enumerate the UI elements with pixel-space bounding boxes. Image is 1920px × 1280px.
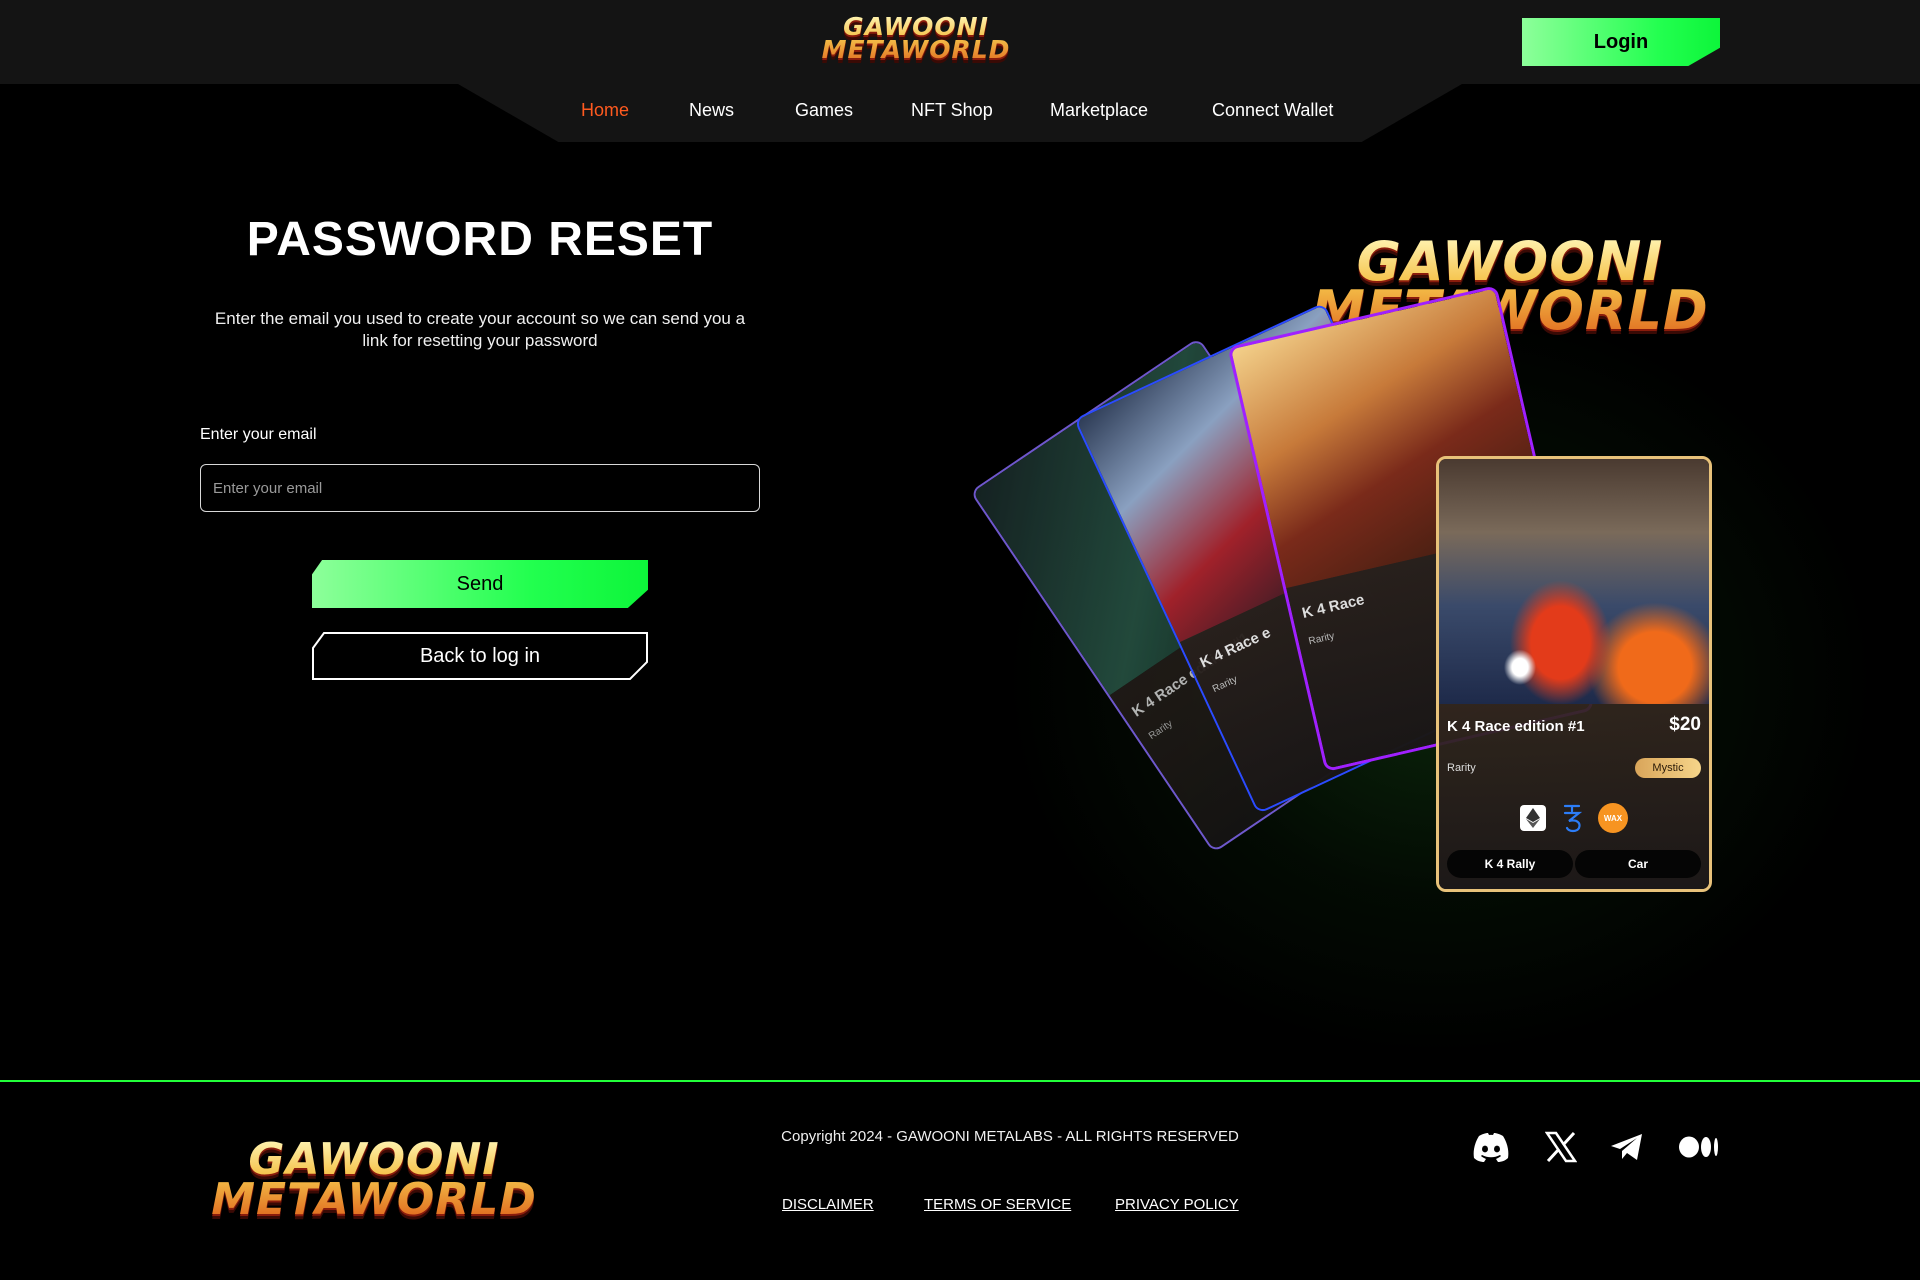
nav-item-connect-wallet[interactable]: Connect Wallet	[1212, 100, 1333, 121]
x-icon[interactable]	[1540, 1128, 1582, 1166]
card-rarity: Rarity	[1210, 674, 1240, 696]
nft-price: $20	[1669, 714, 1701, 735]
footer-links: DISCLAIMER TERMS OF SERVICE PRIVACY POLI…	[0, 1196, 1920, 1220]
back-to-login-wrapper: Back to log in	[312, 632, 648, 680]
logo-line-2: METAWORLD	[821, 34, 1011, 64]
ethereum-icon	[1520, 805, 1546, 831]
privacy-policy-link[interactable]: PRIVACY POLICY	[1115, 1196, 1239, 1213]
nft-card[interactable]: K 4 Race edition #1 $20 Rarity Mystic WA…	[1436, 456, 1712, 892]
chain-icons: WAX	[1439, 802, 1709, 834]
login-button[interactable]: Login	[1522, 18, 1720, 66]
wax-icon: WAX	[1598, 803, 1628, 833]
tezos-icon	[1558, 804, 1586, 833]
rarity-badge: Mystic	[1635, 758, 1701, 778]
nft-card-image	[1439, 459, 1709, 704]
main-nav: Home News Games NFT Shop Marketplace Con…	[0, 100, 1920, 126]
footer-divider	[0, 1080, 1920, 1082]
card-rarity: Rarity	[1146, 718, 1175, 742]
email-field[interactable]	[200, 464, 760, 512]
social-links	[0, 1128, 1920, 1168]
terms-of-service-link[interactable]: TERMS OF SERVICE	[924, 1196, 1071, 1213]
card-title: K 4 Race	[1300, 591, 1366, 622]
medium-icon[interactable]	[1678, 1128, 1720, 1166]
card-rarity: Rarity	[1307, 630, 1336, 648]
back-to-login-button[interactable]: Back to log in	[312, 632, 648, 680]
nft-tag-type: Car	[1575, 850, 1701, 878]
nav-item-marketplace[interactable]: Marketplace	[1050, 100, 1148, 121]
discord-icon[interactable]	[1470, 1128, 1512, 1166]
page-subtitle: Enter the email you used to create your …	[214, 309, 746, 350]
rarity-label: Rarity	[1447, 762, 1476, 774]
nav-item-news[interactable]: News	[689, 100, 734, 121]
nft-card-info: K 4 Race edition #1 $20 Rarity Mystic WA…	[1439, 704, 1709, 889]
nft-tag-game: K 4 Rally	[1447, 850, 1573, 878]
header-logo[interactable]: GAWOONI METAWORLD	[816, 16, 1016, 64]
nft-title: K 4 Race edition #1	[1447, 718, 1585, 735]
page-title: PASSWORD RESET	[246, 213, 714, 266]
nav-item-nft-shop[interactable]: NFT Shop	[911, 100, 993, 121]
card-title: K 4 Race e	[1197, 624, 1274, 672]
nav-item-home[interactable]: Home	[581, 100, 629, 121]
telegram-icon[interactable]	[1606, 1128, 1648, 1166]
email-label: Enter your email	[200, 426, 317, 443]
disclaimer-link[interactable]: DISCLAIMER	[782, 1196, 874, 1213]
nav-item-games[interactable]: Games	[795, 100, 853, 121]
send-button[interactable]: Send	[312, 560, 648, 608]
